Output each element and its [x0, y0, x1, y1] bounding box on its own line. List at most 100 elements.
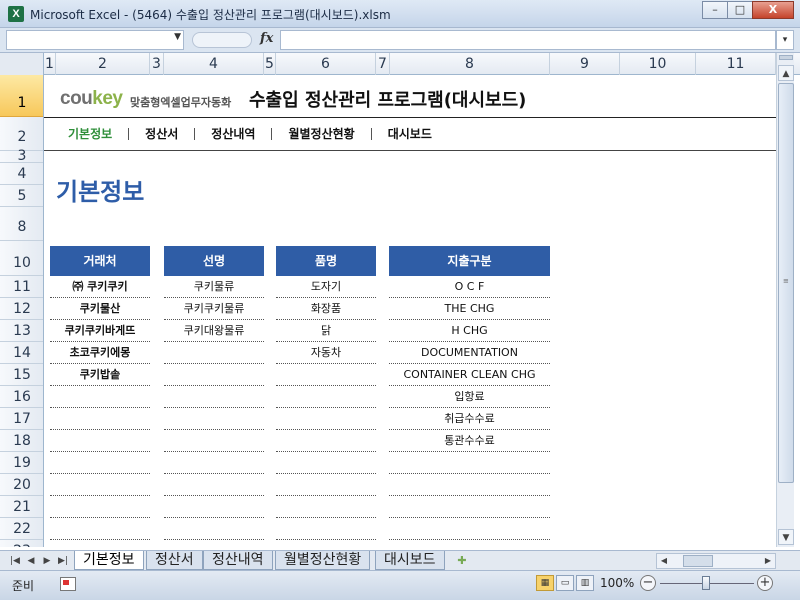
row-header-cell[interactable]: 19: [0, 452, 43, 474]
vendor-cell[interactable]: ㈜ 쿠키쿠키: [50, 276, 150, 298]
expense-cell[interactable]: DOCUMENTATION: [389, 342, 550, 364]
vendor-cell[interactable]: 쿠키밥솥: [50, 364, 150, 386]
product-cell[interactable]: [276, 364, 376, 386]
row-header-cell[interactable]: 10: [0, 241, 43, 276]
row-header-cell[interactable]: 8: [0, 207, 43, 241]
nav-link-dashboard[interactable]: 대시보드: [372, 125, 448, 142]
horizontal-scroll-thumb[interactable]: [683, 555, 713, 567]
minimize-button[interactable]: –: [702, 1, 728, 19]
vessel-cell[interactable]: [164, 386, 264, 408]
row-header-cell[interactable]: 2: [0, 117, 43, 151]
zoom-slider-thumb[interactable]: [702, 576, 710, 590]
column-header-cell[interactable]: 8: [390, 53, 550, 75]
sheet-tab-settlement-history[interactable]: 정산내역: [203, 551, 273, 570]
product-cell[interactable]: [276, 408, 376, 430]
column-header-cell[interactable]: 2: [56, 53, 150, 75]
row-header-cell[interactable]: 12: [0, 298, 43, 320]
vessel-cell[interactable]: 쿠키물류: [164, 276, 264, 298]
maximize-button[interactable]: □: [727, 1, 753, 19]
page-break-view-icon[interactable]: ▥: [576, 575, 594, 591]
expense-cell[interactable]: CONTAINER CLEAN CHG: [389, 364, 550, 386]
zoom-in-icon[interactable]: +: [757, 575, 773, 591]
row-header-cell[interactable]: 15: [0, 364, 43, 386]
expense-cell[interactable]: [389, 496, 550, 518]
vessel-cell[interactable]: [164, 364, 264, 386]
vendor-cell[interactable]: [50, 386, 150, 408]
row-header-cell[interactable]: 14: [0, 342, 43, 364]
vendor-cell[interactable]: [50, 452, 150, 474]
column-header-cell[interactable]: 5: [264, 53, 276, 75]
expense-cell[interactable]: THE CHG: [389, 298, 550, 320]
horizontal-scrollbar[interactable]: ◀ ▶: [656, 553, 776, 569]
vendor-cell[interactable]: [50, 496, 150, 518]
vendor-cell[interactable]: 쿠키물산: [50, 298, 150, 320]
product-cell[interactable]: 닭: [276, 320, 376, 342]
nav-link-settlement[interactable]: 정산서: [129, 125, 194, 142]
expand-formula-bar-button[interactable]: ▾: [776, 30, 794, 50]
row-header-cell[interactable]: 1: [0, 75, 43, 117]
vessel-cell[interactable]: [164, 496, 264, 518]
vessel-cell[interactable]: [164, 474, 264, 496]
sheet-tab-monthly-status[interactable]: 월별정산현황: [275, 551, 371, 570]
split-handle[interactable]: [779, 55, 793, 60]
vertical-scrollbar[interactable]: ▲ ≡ ▼: [776, 53, 794, 547]
row-header-cell[interactable]: 23: [0, 540, 43, 547]
last-sheet-icon[interactable]: ▶|: [56, 553, 70, 569]
vessel-cell[interactable]: [164, 408, 264, 430]
nav-link-settlement-history[interactable]: 정산내역: [195, 125, 271, 142]
vessel-cell[interactable]: 쿠키쿠키물류: [164, 298, 264, 320]
expense-cell[interactable]: O C F: [389, 276, 550, 298]
row-header-cell[interactable]: 11: [0, 276, 43, 298]
product-cell[interactable]: [276, 518, 376, 540]
normal-view-icon[interactable]: ▦: [536, 575, 554, 591]
prev-sheet-icon[interactable]: ◀: [24, 553, 38, 569]
zoom-out-icon[interactable]: −: [640, 575, 656, 591]
row-header-cell[interactable]: 17: [0, 408, 43, 430]
scroll-left-icon[interactable]: ◀: [657, 554, 671, 568]
insert-sheet-icon[interactable]: ✚: [452, 552, 472, 569]
vendor-cell[interactable]: [50, 408, 150, 430]
vessel-cell[interactable]: [164, 342, 264, 364]
scroll-down-icon[interactable]: ▼: [778, 529, 794, 545]
product-cell[interactable]: [276, 496, 376, 518]
column-header-cell[interactable]: 10: [620, 53, 696, 75]
vessel-cell[interactable]: [164, 452, 264, 474]
close-button[interactable]: X: [752, 1, 794, 19]
column-header-cell[interactable]: 6: [276, 53, 376, 75]
expense-cell[interactable]: H CHG: [389, 320, 550, 342]
column-header-cell[interactable]: 4: [164, 53, 264, 75]
insert-function-button[interactable]: fx: [260, 31, 273, 46]
nav-link-monthly-status[interactable]: 월별정산현황: [272, 125, 370, 142]
name-box[interactable]: ▼: [6, 30, 184, 50]
scroll-up-icon[interactable]: ▲: [778, 65, 794, 81]
zoom-level[interactable]: 100%: [600, 576, 634, 590]
vessel-cell[interactable]: 쿠키대왕물류: [164, 320, 264, 342]
product-cell[interactable]: [276, 430, 376, 452]
product-cell[interactable]: [276, 474, 376, 496]
column-header-cell[interactable]: 3: [150, 53, 164, 75]
column-header-cell[interactable]: 7: [376, 53, 390, 75]
select-all-corner[interactable]: [0, 53, 44, 75]
formula-input[interactable]: [280, 30, 776, 50]
row-header-cell[interactable]: 13: [0, 320, 43, 342]
row-header-cell[interactable]: 4: [0, 163, 43, 185]
vendor-cell[interactable]: [50, 474, 150, 496]
chevron-down-icon[interactable]: ▼: [174, 32, 181, 42]
row-header-cell[interactable]: 22: [0, 518, 43, 540]
vessel-cell[interactable]: [164, 518, 264, 540]
expense-cell[interactable]: 통관수수료: [389, 430, 550, 452]
vendor-cell[interactable]: [50, 430, 150, 452]
product-cell[interactable]: 도자기: [276, 276, 376, 298]
scroll-right-icon[interactable]: ▶: [761, 554, 775, 568]
macro-record-icon[interactable]: [60, 577, 76, 591]
vendor-cell[interactable]: 초코쿠키에몽: [50, 342, 150, 364]
sheet-tab-basic-info[interactable]: 기본정보: [74, 551, 144, 570]
row-header-cell[interactable]: 5: [0, 185, 43, 207]
product-cell[interactable]: [276, 452, 376, 474]
column-header-cell[interactable]: 9: [550, 53, 620, 75]
expense-cell[interactable]: [389, 452, 550, 474]
expense-cell[interactable]: 입항료: [389, 386, 550, 408]
row-header-cell[interactable]: 16: [0, 386, 43, 408]
row-header-cell[interactable]: 21: [0, 496, 43, 518]
column-header-cell[interactable]: 1: [44, 53, 56, 75]
